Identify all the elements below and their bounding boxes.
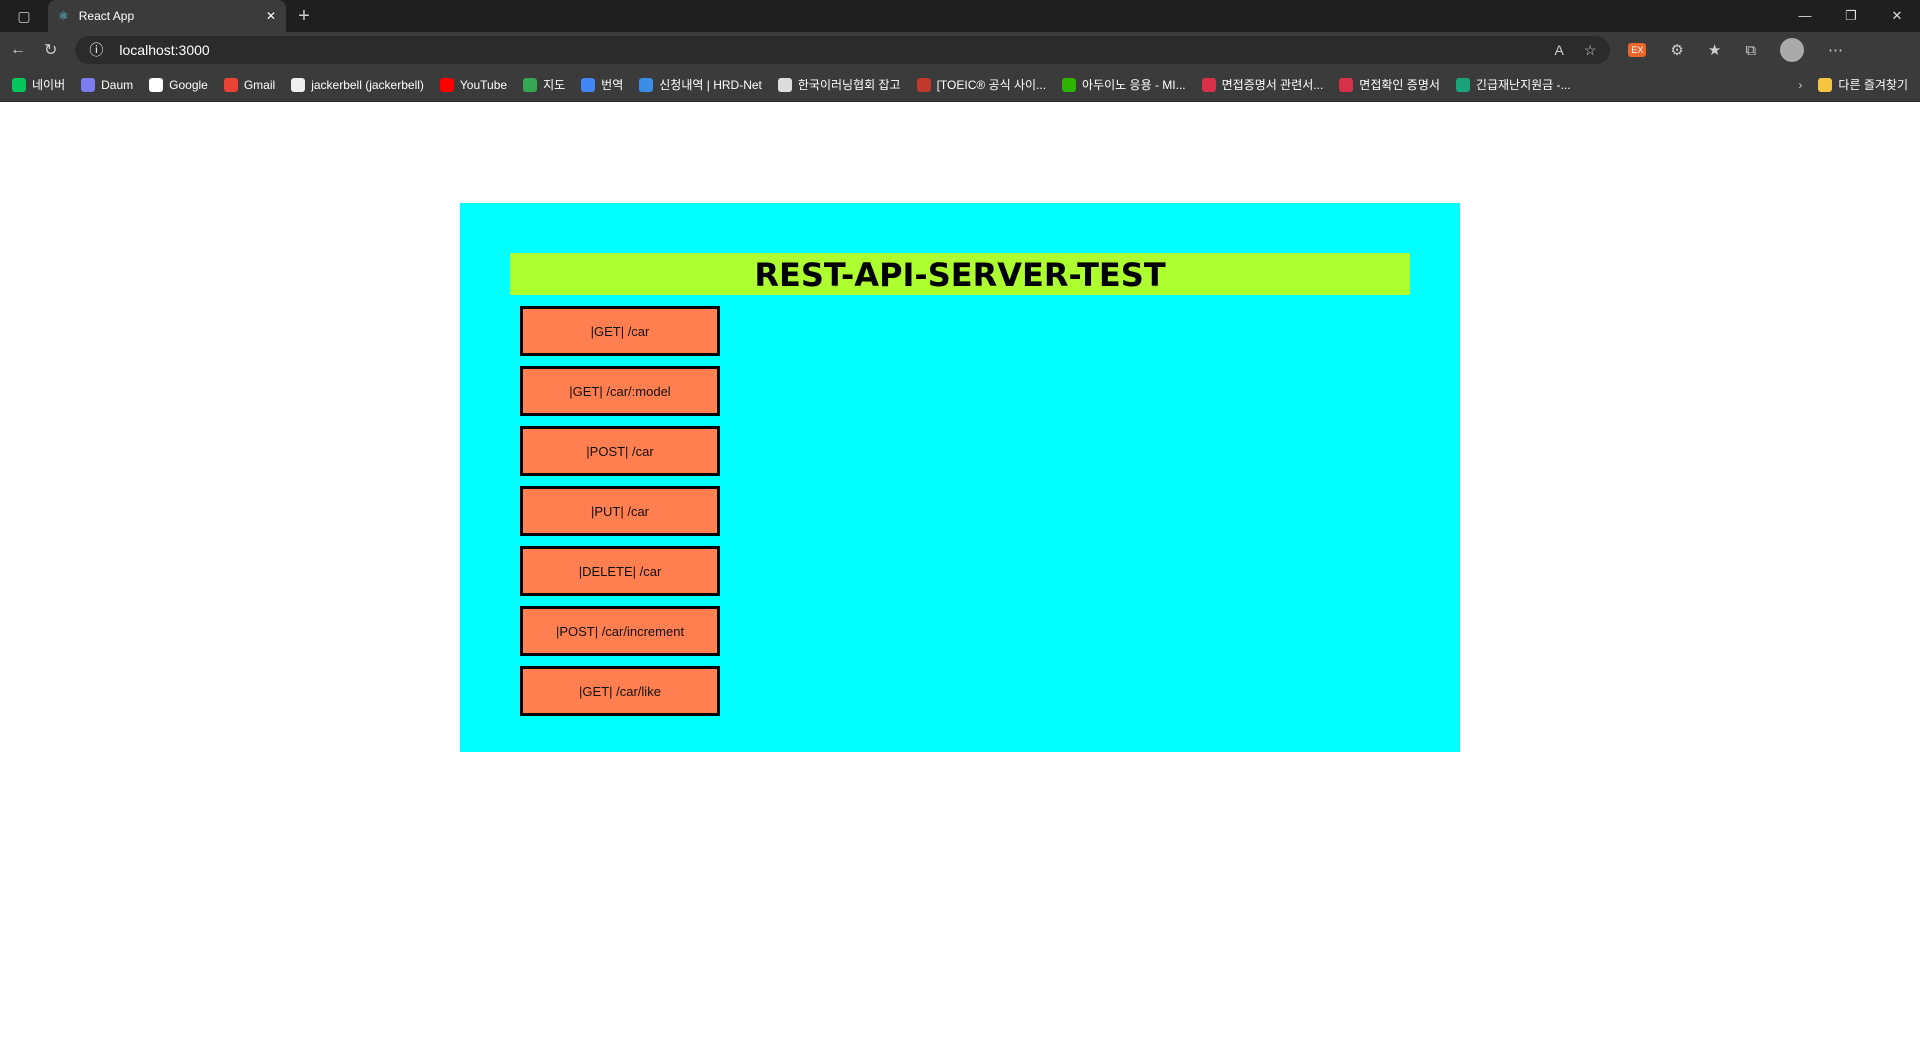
tab-bar: ▢ ⚛ React App ✕ + — ❐ ✕: [0, 0, 1920, 32]
bookmark-item[interactable]: 아두이노 응용 - MI...: [1062, 76, 1186, 93]
extensions-icon[interactable]: ⚙: [1670, 41, 1683, 59]
bookmark-favicon-icon: [1339, 77, 1354, 92]
bookmark-item[interactable]: 번역: [581, 76, 623, 93]
bookmark-label: 아두이노 응용 - MI...: [1082, 78, 1186, 92]
bookmark-item[interactable]: 지도: [523, 76, 565, 93]
bookmark-favicon-icon: [439, 77, 454, 92]
bookmark-favicon-icon: [223, 77, 238, 92]
bookmark-label: Gmail: [243, 77, 276, 92]
bookmark-label: Daum: [101, 77, 134, 92]
bookmark-favicon-icon: [639, 77, 654, 92]
bookmark-item[interactable]: 긴급재난지원금 -...: [1455, 76, 1571, 93]
bookmarks-overflow-icon[interactable]: ›: [1798, 78, 1802, 92]
bookmark-label: [TOEIC® 공식 사이...: [936, 78, 1047, 92]
folder-icon: [1818, 77, 1833, 92]
tab-title: React App: [78, 9, 135, 23]
extension-icon[interactable]: EX: [1628, 43, 1647, 57]
bookmark-item[interactable]: 면접확인 증명서: [1339, 76, 1440, 93]
bookmark-label: 지도: [543, 78, 566, 92]
api-button[interactable]: |PUT| /car: [520, 486, 720, 536]
favorite-add-icon[interactable]: ☆: [1584, 42, 1597, 59]
bookmark-item[interactable]: Google: [149, 77, 208, 92]
new-tab-button[interactable]: +: [286, 5, 322, 28]
address-bar[interactable]: ⓘ localhost:3000 A ☆: [75, 36, 1611, 64]
bookmark-favicon-icon: [1062, 77, 1077, 92]
bookmark-label: 면접증명서 관련서...: [1221, 78, 1324, 92]
bookmark-favicon-icon: [777, 77, 792, 92]
api-button[interactable]: |POST| /car: [520, 426, 720, 476]
url-text[interactable]: localhost:3000: [119, 42, 209, 58]
reload-icon[interactable]: ↻: [44, 40, 57, 60]
bookmark-favicon-icon: [81, 77, 96, 92]
bookmark-item[interactable]: 네이버: [12, 76, 65, 93]
bookmark-item[interactable]: Gmail: [223, 77, 276, 92]
bookmark-label: 번역: [601, 78, 624, 92]
profile-avatar[interactable]: [1780, 38, 1805, 62]
bookmark-label: 긴급재난지원금 -...: [1475, 78, 1571, 92]
toolbar: ← ↻ ⓘ localhost:3000 A ☆ EX ⚙ ★ ⧉ ⋯: [0, 32, 1920, 68]
bookmark-item[interactable]: Daum: [81, 77, 134, 92]
restore-button[interactable]: ❐: [1828, 0, 1874, 32]
bookmark-label: 한국이러닝협회 잡고: [797, 78, 901, 92]
bookmark-item[interactable]: 신청내역 | HRD-Net: [639, 76, 762, 93]
api-button[interactable]: |GET| /car/like: [520, 666, 720, 716]
close-tab-icon[interactable]: ✕: [266, 9, 276, 23]
tab-actions-icon[interactable]: ▢: [0, 8, 48, 25]
bookmark-item[interactable]: 면접증명서 관련서...: [1201, 76, 1324, 93]
back-icon[interactable]: ←: [10, 41, 26, 59]
app-panel: REST-API-SERVER-TEST |GET| /car |GET| /ca…: [460, 203, 1460, 752]
read-aloud-icon[interactable]: A: [1555, 42, 1564, 59]
more-menu-icon[interactable]: ⋯: [1828, 41, 1843, 59]
close-window-button[interactable]: ✕: [1874, 0, 1920, 32]
bookmark-favicon-icon: [291, 77, 306, 92]
api-button[interactable]: |GET| /car/:model: [520, 366, 720, 416]
bookmark-item[interactable]: [TOEIC® 공식 사이...: [916, 76, 1047, 93]
bookmark-label: jackerbell (jackerbell): [311, 77, 424, 92]
api-button[interactable]: |DELETE| /car: [520, 546, 720, 596]
bookmark-favicon-icon: [12, 77, 26, 92]
favorites-icon[interactable]: ★: [1708, 41, 1721, 59]
bookmark-favicon-icon: [149, 77, 164, 92]
bookmark-item[interactable]: jackerbell (jackerbell): [291, 77, 424, 92]
tab-react-app[interactable]: ⚛ React App ✕: [48, 0, 286, 32]
bookmark-favicon-icon: [1201, 77, 1216, 92]
bookmark-item[interactable]: YouTube: [439, 77, 508, 92]
page-title: REST-API-SERVER-TEST: [510, 253, 1410, 295]
bookmark-favicon-icon: [523, 77, 538, 92]
bookmark-label: Google: [169, 77, 208, 92]
bookmark-label: 네이버: [32, 78, 66, 92]
bookmark-label: 신청내역 | HRD-Net: [659, 78, 762, 92]
api-button[interactable]: |POST| /car/increment: [520, 606, 720, 656]
bookmark-favicon-icon: [916, 77, 931, 92]
minimize-button[interactable]: —: [1782, 0, 1828, 32]
bookmark-label: 면접확인 증명서: [1359, 78, 1440, 92]
other-bookmarks[interactable]: 다른 즐겨찾기: [1818, 76, 1908, 93]
bookmark-label: YouTube: [459, 77, 508, 92]
bookmark-favicon-icon: [581, 77, 596, 92]
info-icon[interactable]: ⓘ: [89, 40, 103, 60]
collections-icon[interactable]: ⧉: [1745, 42, 1756, 59]
api-button[interactable]: |GET| /car: [520, 306, 720, 356]
bookmark-item[interactable]: 한국이러닝협회 잡고: [777, 76, 901, 93]
bookmark-favicon-icon: [1455, 77, 1470, 92]
react-icon: ⚛: [58, 9, 69, 23]
bookmarks-bar: 네이버 Daum Google Gmail jackerbell (jackerbell…: [0, 68, 1920, 102]
other-bookmarks-label: 다른 즐겨찾기: [1838, 78, 1908, 92]
